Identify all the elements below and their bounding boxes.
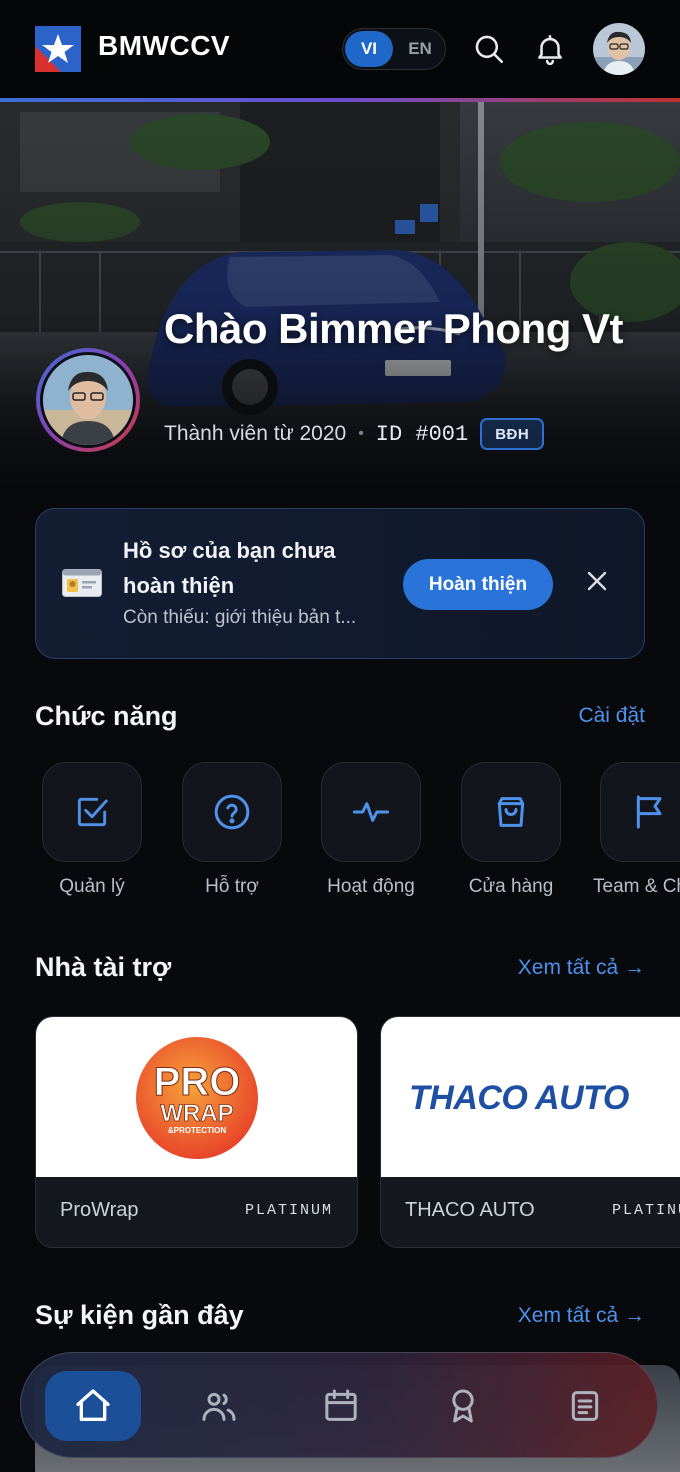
home-icon bbox=[76, 1389, 110, 1421]
close-banner-button[interactable] bbox=[581, 565, 613, 597]
calendar-icon bbox=[325, 1389, 357, 1421]
banner-title: Hồ sơ của bạn chưa hoàn thiện bbox=[123, 538, 336, 598]
sponsor-tier: PLATINUM bbox=[244, 1202, 333, 1219]
svg-text:&PROTECTION: &PROTECTION bbox=[168, 1126, 226, 1135]
function-support[interactable]: Hỗ trợ bbox=[182, 762, 282, 898]
sponsors-title: Nhà tài trợ bbox=[35, 952, 172, 982]
bottom-navigation bbox=[20, 1352, 658, 1458]
prowrap-logo: PRO WRAP &PROTECTION bbox=[36, 1017, 357, 1177]
meta-separator: • bbox=[358, 425, 364, 442]
nav-awards[interactable] bbox=[415, 1371, 511, 1441]
nav-calendar[interactable] bbox=[293, 1371, 389, 1441]
function-label: Hỗ trợ bbox=[205, 876, 259, 897]
brand-name: BMWCCV bbox=[98, 30, 231, 61]
flag-icon bbox=[636, 795, 662, 829]
checkbox-icon bbox=[77, 797, 108, 827]
settings-link[interactable]: Cài đặt bbox=[578, 704, 645, 728]
function-label: Quản lý bbox=[59, 876, 125, 897]
profile-avatar[interactable] bbox=[36, 348, 140, 452]
function-label: Team & Ch bbox=[593, 876, 680, 897]
document-icon bbox=[571, 1391, 599, 1421]
function-label: Hoạt động bbox=[327, 876, 415, 897]
sponsor-card-thaco[interactable]: THACO AUTO THACO AUTO PLATINUM bbox=[380, 1016, 680, 1248]
shopping-bag-icon bbox=[497, 797, 525, 827]
profile-incomplete-banner: Hồ sơ của bạn chưa hoàn thiện Còn thiếu:… bbox=[35, 508, 645, 659]
function-activity[interactable]: Hoạt động bbox=[321, 762, 421, 898]
search-button[interactable] bbox=[468, 28, 510, 70]
role-badge: BĐH bbox=[480, 418, 545, 450]
notifications-button[interactable] bbox=[529, 28, 571, 70]
nav-home[interactable] bbox=[45, 1371, 141, 1441]
function-team[interactable]: Team & Ch bbox=[593, 762, 680, 898]
function-label: Cửa hàng bbox=[468, 876, 554, 897]
sponsor-card-prowrap[interactable]: PRO WRAP &PROTECTION ProWrap PLATINUM bbox=[35, 1016, 358, 1248]
help-icon bbox=[214, 794, 250, 830]
award-icon bbox=[452, 1389, 474, 1423]
svg-text:THACO AUTO: THACO AUTO bbox=[409, 1079, 629, 1117]
close-icon bbox=[587, 571, 607, 591]
functions-title: Chức năng bbox=[35, 701, 178, 731]
nav-members[interactable] bbox=[171, 1371, 267, 1441]
language-en-button[interactable]: EN bbox=[397, 31, 443, 67]
svg-text:PRO: PRO bbox=[154, 1060, 241, 1104]
sponsor-name: THACO AUTO bbox=[405, 1199, 535, 1221]
function-shop[interactable]: Cửa hàng bbox=[461, 762, 561, 898]
search-icon bbox=[475, 35, 504, 64]
events-title: Sự kiện gần đây bbox=[35, 1300, 244, 1330]
banner-subtitle: Còn thiếu: giới thiệu bản t... bbox=[123, 607, 357, 628]
sponsors-see-all-link[interactable]: Xem tất cả → bbox=[518, 956, 645, 980]
thaco-logo: THACO AUTO bbox=[381, 1017, 680, 1177]
user-avatar[interactable] bbox=[593, 23, 645, 75]
app-logo[interactable] bbox=[35, 26, 81, 72]
language-vi-button[interactable]: VI bbox=[345, 31, 393, 67]
nav-documents[interactable] bbox=[537, 1371, 633, 1441]
id-card-icon bbox=[62, 569, 102, 597]
language-toggle: VI EN bbox=[342, 28, 446, 70]
activity-icon bbox=[352, 802, 390, 822]
sponsor-name: ProWrap bbox=[60, 1199, 139, 1221]
complete-profile-button[interactable]: Hoàn thiện bbox=[403, 559, 553, 610]
svg-text:WRAP: WRAP bbox=[160, 1100, 233, 1127]
member-id: ID #001 bbox=[375, 421, 469, 447]
greeting-title: Chào Bimmer Phong Vt bbox=[164, 305, 624, 352]
top-bar: BMWCCV VI EN bbox=[0, 0, 680, 100]
bell-icon bbox=[538, 34, 562, 66]
members-icon bbox=[202, 1392, 236, 1421]
member-meta: Thành viên từ 2020 • ID #001 BĐH bbox=[164, 418, 545, 450]
member-since: Thành viên từ 2020 bbox=[164, 422, 347, 445]
sponsor-tier: PLATINUM bbox=[611, 1202, 680, 1219]
function-manage[interactable]: Quản lý bbox=[42, 762, 142, 898]
events-see-all-link[interactable]: Xem tất cả → bbox=[518, 1304, 645, 1328]
